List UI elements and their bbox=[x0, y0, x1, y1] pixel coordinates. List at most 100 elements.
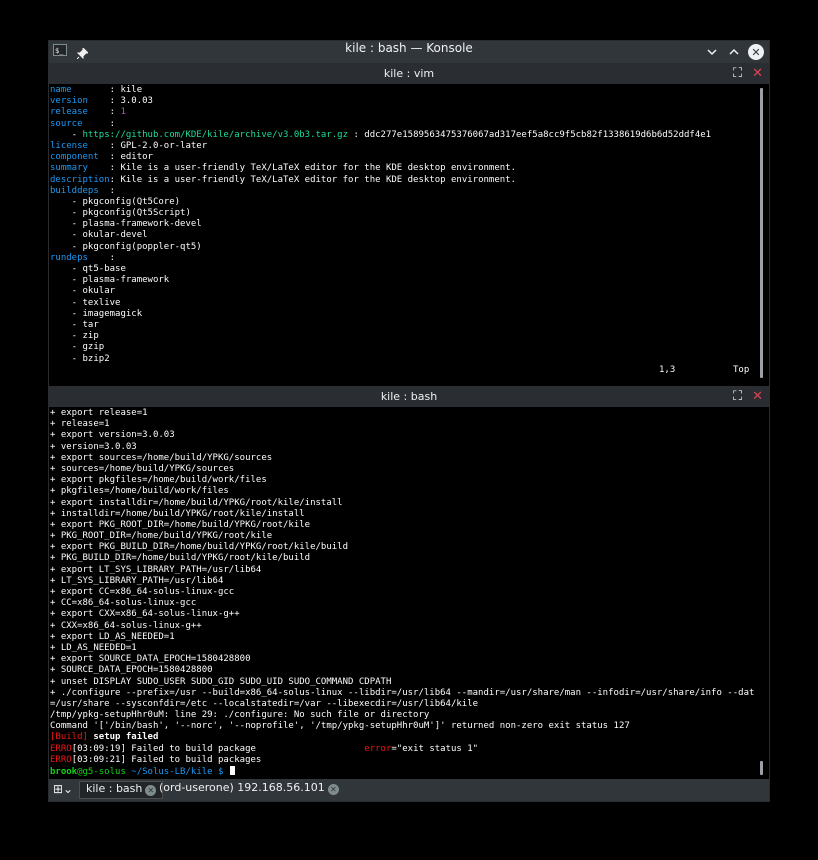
yaml-sep: : bbox=[87, 163, 121, 174]
vim-line: - https://github.com/KDE/kile/archive/v3… bbox=[50, 130, 755, 141]
bash-output-line: Command '['/bin/bash', '--norc', '--nopr… bbox=[50, 721, 630, 732]
error-tag: ERRO bbox=[50, 743, 72, 754]
yaml-sep: : bbox=[348, 129, 365, 140]
bash-output-line: + version=3.0.03 bbox=[50, 441, 137, 452]
vim-line: summary : Kile is a user-friendly TeX/La… bbox=[50, 163, 755, 174]
yaml-list-item: imagemagick bbox=[82, 308, 143, 319]
yaml-list-item: gzip bbox=[82, 342, 105, 353]
yaml-sep: : bbox=[87, 107, 121, 118]
tab-bar: ⊞⌄ kile : bash ✕ (ord-userone) 192.168.56… bbox=[49, 779, 769, 801]
bash-output-line: + sources=/home/build/YPKG/sources bbox=[50, 463, 235, 474]
build-tag: [Build] bbox=[50, 732, 88, 743]
vim-pane-header: kile : vim ⛶ ✕ bbox=[49, 63, 769, 84]
error-time: [03:09:19] bbox=[71, 743, 126, 754]
yaml-list-item: okular-devel bbox=[82, 230, 148, 241]
yaml-sep: : bbox=[71, 85, 121, 95]
tab-ssh-session[interactable]: (ord-userone) 192.168.56.101 ✕ bbox=[153, 781, 345, 799]
error-time: [03:09:21] bbox=[71, 754, 126, 765]
vim-line: - texlive bbox=[50, 298, 755, 309]
yaml-dash: - bbox=[50, 353, 83, 364]
yaml-list-item: bzip2 bbox=[82, 353, 110, 364]
source-url: https://github.com/KDE/kile/archive/v3.0… bbox=[82, 129, 349, 140]
yaml-value: kile bbox=[120, 85, 143, 95]
yaml-value: Kile is a user-friendly TeX/LaTeX editor… bbox=[120, 174, 517, 185]
close-icon[interactable]: ✕ bbox=[327, 784, 339, 795]
yaml-value: editor bbox=[120, 152, 153, 163]
yaml-dash: - bbox=[50, 129, 83, 140]
bash-output-line: /tmp/ypkg-setupHhr0uM: line 29: ./config… bbox=[50, 710, 430, 721]
yaml-list-item: pkgconfig(Qt5Core) bbox=[82, 196, 181, 207]
bash-output-line: + export CXX=x86_64-solus-linux-g++ bbox=[50, 609, 240, 620]
vim-line: - tar bbox=[50, 320, 755, 331]
yaml-key: rundeps bbox=[50, 252, 88, 263]
yaml-sep: : bbox=[87, 252, 121, 263]
yaml-value: GPL-2.0-or-later bbox=[120, 140, 208, 151]
vim-pane[interactable]: name : kile version : 3.0.03 release : 1 so… bbox=[49, 84, 769, 384]
yaml-dash: - bbox=[50, 286, 83, 297]
vim-line: - qt5-base bbox=[50, 264, 755, 275]
yaml-key: name bbox=[50, 85, 72, 95]
vim-line: - okular-devel bbox=[50, 230, 755, 241]
yaml-sep: : bbox=[87, 140, 121, 151]
bash-output-line: + export CC=x86_64-solus-linux-gcc bbox=[50, 587, 235, 597]
bash-scrollbar[interactable] bbox=[760, 761, 763, 775]
bash-output-line: + PKG_ROOT_DIR=/home/build/YPKG/root/kil… bbox=[50, 531, 273, 542]
yaml-key: component bbox=[50, 152, 99, 163]
bash-output-line: + LD_AS_NEEDED=1 bbox=[50, 642, 137, 653]
prompt-symbol: $ bbox=[212, 767, 229, 777]
chevron-down-icon[interactable] bbox=[703, 43, 721, 61]
vim-line: license : GPL-2.0-or-later bbox=[50, 141, 755, 152]
vim-cursor-position: 1,3 bbox=[659, 365, 676, 375]
yaml-value: 3.0.03 bbox=[120, 96, 153, 107]
error-spacer bbox=[256, 744, 364, 754]
error-key: error bbox=[364, 743, 392, 754]
maximize-pane-icon[interactable]: ⛶ bbox=[733, 386, 742, 407]
yaml-dash: - bbox=[50, 230, 83, 241]
close-icon[interactable]: ✕ bbox=[748, 44, 764, 60]
window-title: kile : bash — Konsole bbox=[345, 41, 473, 55]
tab-label: (ord-userone) 192.168.56.101 bbox=[159, 781, 325, 794]
vim-line: release : 1 bbox=[50, 107, 755, 118]
bash-output-line: + export pkgfiles=/home/build/work/files bbox=[50, 475, 267, 486]
vim-buffer[interactable]: name : kile version : 3.0.03 release : 1 so… bbox=[50, 85, 755, 365]
bash-output-line: + CXX=x86_64-solus-linux-g++ bbox=[50, 620, 202, 631]
bash-output-line: + ./configure --prefix=/usr --build=x86_… bbox=[50, 687, 755, 698]
vim-scrollbar[interactable] bbox=[760, 88, 763, 378]
yaml-sep: : bbox=[98, 185, 121, 196]
tab-kile-bash[interactable]: kile : bash ✕ bbox=[79, 781, 164, 799]
close-pane-icon[interactable]: ✕ bbox=[752, 63, 763, 84]
bash-output-line: + LT_SYS_LIBRARY_PATH=/usr/lib64 bbox=[50, 575, 224, 586]
bash-output-line: + export version=3.0.03 bbox=[50, 430, 175, 441]
bash-output-line: + export PKG_BUILD_DIR=/home/build/YPKG/… bbox=[50, 542, 349, 553]
text-cursor bbox=[229, 766, 235, 775]
bash-output-line: + PKG_BUILD_DIR=/home/build/YPKG/root/ki… bbox=[50, 553, 311, 564]
yaml-list-item: plasma-framework-devel bbox=[82, 219, 202, 230]
bash-output[interactable]: + export release=1 + release=1 + export ve… bbox=[50, 408, 755, 777]
title-bar[interactable]: $_ kile : bash — Konsole ✕ bbox=[49, 41, 769, 63]
build-message: setup failed bbox=[87, 732, 159, 743]
bash-output-line: + export sources=/home/build/YPKG/source… bbox=[50, 452, 273, 463]
vim-line: - pkgconfig(Qt5Script) bbox=[50, 208, 755, 219]
bash-output-line: =/usr/share --sysconfdir=/etc --localsta… bbox=[50, 698, 479, 709]
yaml-dash: - bbox=[50, 308, 83, 319]
chevron-up-icon[interactable] bbox=[725, 43, 743, 61]
error-message: Failed to build packages bbox=[125, 754, 262, 765]
yaml-list-item: pkgconfig(Qt5Script) bbox=[82, 208, 191, 219]
bash-output-line: + export LT_SYS_LIBRARY_PATH=/usr/lib64 bbox=[50, 564, 262, 575]
yaml-key: version bbox=[50, 96, 88, 107]
yaml-list-item: qt5-base bbox=[82, 264, 126, 274]
vim-line: - bzip2 bbox=[50, 354, 755, 365]
bash-pane-title: kile : bash bbox=[380, 390, 438, 403]
source-hash: ddc277e1589563475376067ad317eef5a8cc9f5c… bbox=[364, 129, 712, 140]
vim-line: - okular bbox=[50, 286, 755, 297]
close-pane-icon[interactable]: ✕ bbox=[752, 386, 763, 407]
yaml-key: summary bbox=[50, 163, 88, 174]
yaml-key: source bbox=[50, 118, 83, 129]
bash-output-line: + export SOURCE_DATA_EPOCH=1580428800 bbox=[50, 654, 251, 665]
vim-line: - plasma-framework-devel bbox=[50, 219, 755, 230]
bash-pane[interactable]: + export release=1 + release=1 + export ve… bbox=[49, 407, 769, 779]
yaml-dash: - bbox=[50, 208, 83, 219]
bash-output-line: + SOURCE_DATA_EPOCH=1580428800 bbox=[50, 665, 213, 676]
new-tab-icon[interactable]: ⊞⌄ bbox=[53, 782, 73, 796]
maximize-pane-icon[interactable]: ⛶ bbox=[733, 63, 742, 84]
